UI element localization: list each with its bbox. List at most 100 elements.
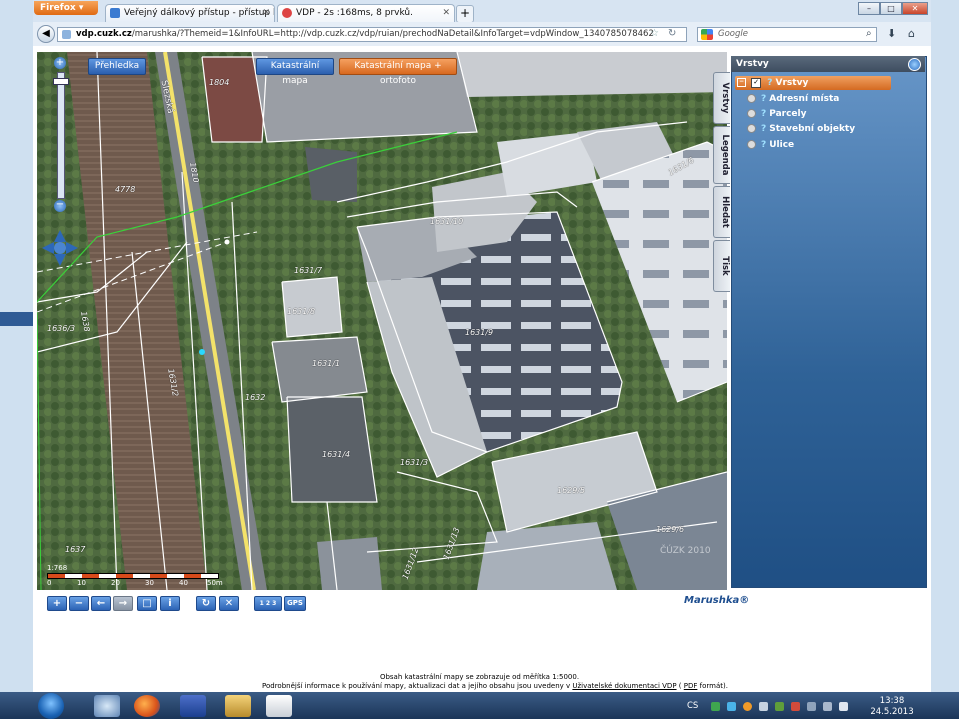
zoom-slider-handle[interactable] bbox=[53, 78, 69, 85]
layers-panel-header: Vrstvy bbox=[731, 56, 925, 72]
taskbar-app-icon[interactable] bbox=[94, 695, 120, 717]
layer-radio[interactable] bbox=[747, 140, 756, 149]
url-bar[interactable]: vdp.cuzk.cz/marushka/?Themeid=1&InfoURL=… bbox=[57, 27, 687, 42]
taskbar-clock[interactable]: 13:38 24.5.2013 bbox=[867, 696, 917, 718]
scale-ratio: 1:768 bbox=[47, 564, 68, 572]
document-taskbar-icon[interactable] bbox=[266, 695, 292, 717]
google-icon bbox=[701, 29, 713, 40]
layer-adresni-mista[interactable]: ? Adresní místa bbox=[747, 92, 839, 106]
tools-taskbar-icon[interactable] bbox=[225, 695, 251, 717]
tab-legenda[interactable]: Legenda bbox=[713, 126, 730, 184]
save-taskbar-icon[interactable] bbox=[180, 695, 206, 717]
layer-checkbox[interactable]: ✓ bbox=[751, 77, 762, 88]
measure-tool-button[interactable]: 1 2 3 bbox=[254, 596, 282, 611]
zoom-in-button[interactable]: + bbox=[54, 57, 66, 69]
back-button[interactable]: ◀ bbox=[37, 25, 55, 43]
footer-scale-note: Obsah katastrální mapy se zobrazuje od m… bbox=[379, 673, 580, 681]
info-tool-button[interactable]: i bbox=[160, 596, 180, 611]
layer-label: Ulice bbox=[769, 140, 795, 150]
tray-icon[interactable] bbox=[823, 702, 832, 711]
maximize-button[interactable]: □ bbox=[880, 2, 902, 15]
language-indicator[interactable]: CS bbox=[687, 701, 698, 711]
cadastral-map-button[interactable]: Katastrální mapa bbox=[256, 58, 334, 86]
tray-icon[interactable] bbox=[711, 702, 720, 711]
tab-hledat[interactable]: Hledat bbox=[713, 186, 730, 238]
scale-bar-graphic bbox=[47, 573, 219, 579]
tab-vdp-map[interactable]: VDP - 2s :168ms, 8 prvků. ✕ bbox=[277, 4, 455, 22]
next-view-button[interactable]: → bbox=[113, 596, 133, 611]
firefox-taskbar-icon[interactable] bbox=[134, 695, 160, 717]
reload-icon[interactable]: ↻ bbox=[668, 28, 676, 39]
tray-icon[interactable] bbox=[727, 702, 736, 711]
tray-icon[interactable] bbox=[759, 702, 768, 711]
expand-collapse-icon[interactable]: − bbox=[737, 78, 746, 87]
parcel-label: 1631/3 bbox=[400, 458, 429, 467]
pan-left-icon[interactable] bbox=[42, 242, 54, 254]
zoom-slider-track[interactable] bbox=[57, 72, 65, 199]
layer-label: Parcely bbox=[769, 109, 807, 119]
scale-tick: 30 bbox=[145, 579, 154, 587]
tab-tisk[interactable]: Tisk bbox=[713, 240, 730, 292]
user-documentation-link[interactable]: Uživatelské dokumentaci VDP bbox=[572, 682, 676, 690]
layer-stavebni-objekty[interactable]: ? Stavební objekty bbox=[747, 122, 855, 136]
scale-tick: 20 bbox=[111, 579, 120, 587]
orthophoto-map bbox=[37, 52, 727, 590]
gps-button[interactable]: GPS bbox=[284, 596, 306, 611]
minimize-button[interactable]: – bbox=[858, 2, 880, 15]
footer-text: formát). bbox=[699, 682, 728, 690]
pan-right-icon[interactable] bbox=[66, 242, 78, 254]
layer-parcely[interactable]: ? Parcely bbox=[747, 107, 807, 121]
tab-vdp-access[interactable]: Veřejný dálkový přístup - přístup k da..… bbox=[105, 4, 275, 22]
pdf-link[interactable]: PDF bbox=[684, 682, 698, 690]
site-identity-icon bbox=[62, 30, 71, 39]
zoom-out-tool-button[interactable]: − bbox=[69, 596, 89, 611]
firefox-menu-button[interactable]: Firefox ▾ bbox=[34, 1, 98, 15]
clear-selection-button[interactable]: ✕ bbox=[219, 596, 239, 611]
layer-radio[interactable] bbox=[747, 124, 756, 133]
refresh-map-button[interactable]: ↻ bbox=[196, 596, 216, 611]
tray-icon[interactable] bbox=[775, 702, 784, 711]
tab-vrstvy[interactable]: Vrstvy bbox=[713, 72, 730, 124]
layer-info-icon[interactable]: ? bbox=[761, 138, 766, 152]
new-tab-button[interactable]: + bbox=[456, 5, 474, 23]
layer-info-icon[interactable]: ? bbox=[761, 107, 766, 121]
map-view[interactable]: 1804 4778 1810 1631/10 1631/7 1631/8 163… bbox=[37, 52, 727, 590]
panel-toggle-icon[interactable] bbox=[908, 58, 921, 71]
download-icon[interactable]: ⬇ bbox=[887, 27, 896, 40]
home-icon[interactable]: ⌂ bbox=[908, 27, 915, 40]
start-button[interactable] bbox=[38, 693, 64, 719]
cadastral-ortho-button[interactable]: Katastrální mapa + ortofoto bbox=[339, 58, 457, 86]
bookmark-star-icon[interactable]: ☆ bbox=[650, 28, 659, 39]
page-favicon-icon bbox=[282, 8, 292, 18]
tab-close-icon[interactable]: ✕ bbox=[262, 5, 270, 22]
network-icon[interactable] bbox=[807, 702, 816, 711]
tray-icon[interactable] bbox=[743, 702, 752, 711]
pan-up-icon[interactable] bbox=[54, 230, 66, 242]
search-input[interactable]: Google bbox=[697, 27, 877, 42]
search-placeholder: Google bbox=[718, 29, 748, 39]
tray-icon[interactable] bbox=[791, 702, 800, 711]
marushka-logo: Marushka® bbox=[684, 595, 750, 606]
clock-time: 13:38 bbox=[879, 696, 905, 706]
pan-center-icon[interactable] bbox=[54, 242, 66, 254]
volume-icon[interactable] bbox=[839, 702, 848, 711]
pan-control[interactable] bbox=[42, 230, 78, 266]
zoom-out-button[interactable]: − bbox=[54, 200, 66, 212]
previous-view-button[interactable]: ← bbox=[91, 596, 111, 611]
layer-info-icon[interactable]: ? bbox=[767, 76, 772, 90]
layer-info-icon[interactable]: ? bbox=[761, 122, 766, 136]
layer-ulice[interactable]: ? Ulice bbox=[747, 138, 794, 152]
layer-radio[interactable] bbox=[747, 109, 756, 118]
parcel-label: 1629/5 bbox=[557, 486, 586, 495]
layer-root-vrstvy[interactable]: − ✓ ? Vrstvy bbox=[735, 76, 891, 90]
zoom-rectangle-button[interactable]: □ bbox=[137, 596, 157, 611]
footer-info-line: Podrobnější informace k používání mapy, … bbox=[262, 682, 728, 690]
close-window-button[interactable]: ✕ bbox=[902, 2, 928, 15]
zoom-in-tool-button[interactable]: + bbox=[47, 596, 67, 611]
tab-close-icon[interactable]: ✕ bbox=[442, 5, 450, 22]
layer-info-icon[interactable]: ? bbox=[761, 92, 766, 106]
overview-button[interactable]: Přehledka bbox=[88, 58, 146, 75]
layer-radio[interactable] bbox=[747, 94, 756, 103]
pan-down-icon[interactable] bbox=[54, 254, 66, 266]
search-go-icon[interactable]: ⌕ bbox=[866, 28, 872, 39]
